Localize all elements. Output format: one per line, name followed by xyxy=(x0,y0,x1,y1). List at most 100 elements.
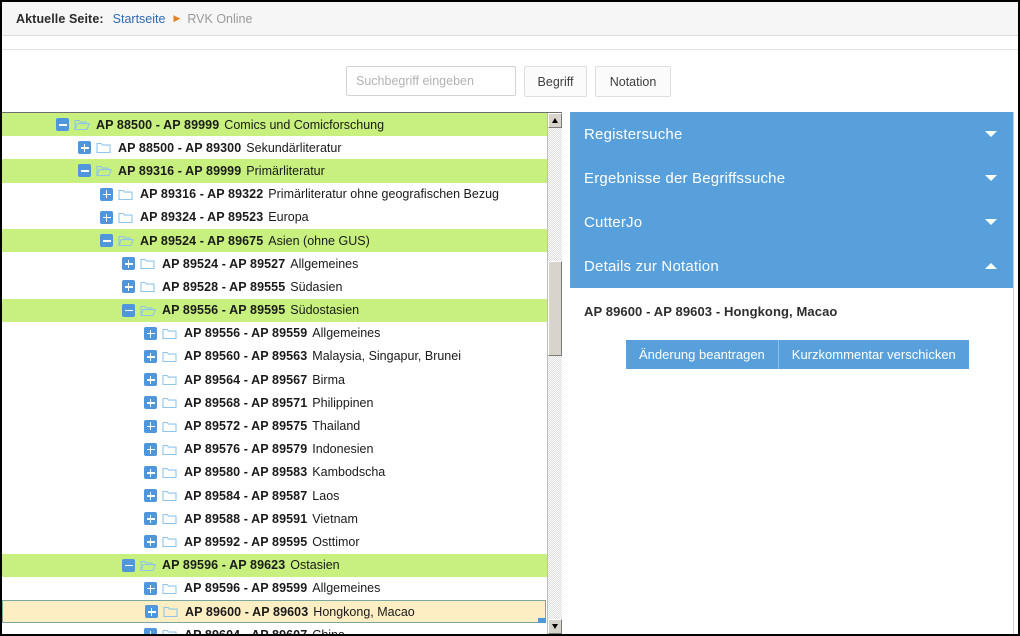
expand-plus-icon[interactable] xyxy=(144,349,157,363)
tree-row-title: Thailand xyxy=(312,419,361,434)
expand-plus-icon[interactable] xyxy=(144,396,157,410)
tree-row-title: Philippinen xyxy=(312,395,374,410)
tree-row[interactable]: AP 89596 - AP 89599 Allgemeines xyxy=(2,576,547,600)
tree-row-title: Ostasien xyxy=(290,558,340,573)
tree-row[interactable]: AP 89316 - AP 89999 Primärliteratur xyxy=(2,159,547,183)
tree-row-notation: AP 89588 - AP 89591 xyxy=(184,511,308,526)
tree-row-notation: AP 89576 - AP 89579 xyxy=(184,442,308,457)
tree-row[interactable]: AP 88500 - AP 89999 Comics und Comicforsc… xyxy=(2,113,547,137)
tree-row-notation: AP 89524 - AP 89675 xyxy=(140,233,264,248)
tree-row[interactable]: AP 89528 - AP 89555 Südasien xyxy=(2,275,547,299)
scroll-up-arrow-icon[interactable] xyxy=(548,113,562,128)
chevron-down-icon[interactable] xyxy=(985,175,997,181)
folder-closed-icon xyxy=(162,582,178,595)
expand-plus-icon[interactable] xyxy=(144,512,157,526)
notation-search-button[interactable]: Notation xyxy=(595,66,671,97)
expand-plus-icon[interactable] xyxy=(144,581,157,595)
tree-row-notation: AP 89524 - AP 89527 xyxy=(162,256,286,271)
expand-plus-icon[interactable] xyxy=(144,419,157,433)
chevron-up-icon[interactable] xyxy=(985,263,997,269)
tree-row[interactable]: AP 89564 - AP 89567 Birma xyxy=(2,368,547,392)
begriff-search-button[interactable]: Begriff xyxy=(524,66,587,97)
tree-row[interactable]: AP 88500 - AP 89300 Sekundärliteratur xyxy=(2,136,547,160)
folder-closed-icon xyxy=(162,628,178,634)
tree-row-notation: AP 89604 - AP 89607 xyxy=(184,628,307,634)
expand-plus-icon[interactable] xyxy=(144,535,157,549)
tree-row[interactable]: AP 89572 - AP 89575 Thailand xyxy=(2,414,547,438)
accordion-title: Ergebnisse der Begriffssuche xyxy=(584,169,786,187)
scroll-down-arrow-icon[interactable] xyxy=(548,619,562,634)
expand-plus-icon[interactable] xyxy=(100,210,113,224)
tree-row[interactable]: AP 89592 - AP 89595 Osttimor xyxy=(2,530,547,554)
tree-row-title: Europa xyxy=(268,210,309,225)
tree-row-title: Südostasien xyxy=(290,303,360,318)
tree-row[interactable]: AP 89604 - AP 89607 China xyxy=(2,623,547,634)
tree-row-selected[interactable]: AP 89600 - AP 89603 Hongkong, Macao xyxy=(2,599,546,627)
expand-plus-icon[interactable] xyxy=(144,442,157,456)
search-input[interactable] xyxy=(346,66,516,96)
tree-row[interactable]: AP 89556 - AP 89595 Südostasien xyxy=(2,298,547,322)
tree-row[interactable]: AP 89568 - AP 89571 Philippinen xyxy=(2,391,547,415)
accordion-header-2[interactable]: CutterJo xyxy=(570,200,1013,244)
tree-row-title: Primärliteratur xyxy=(246,163,325,178)
tree-row-notation: AP 89316 - AP 89322 xyxy=(140,187,264,202)
accordion-header-3[interactable]: Details zur Notation xyxy=(570,244,1013,288)
tree-row[interactable]: AP 89524 - AP 89527 Allgemeines xyxy=(2,252,547,276)
request-change-button[interactable]: Änderung beantragen xyxy=(626,340,778,369)
details-action-group: Änderung beantragen Kurzkommentar verschi… xyxy=(626,340,969,369)
tree-row-title: Comics und Comicforschung xyxy=(224,117,385,132)
tree-row[interactable]: AP 89556 - AP 89559 Allgemeines xyxy=(2,321,547,345)
tree-row-notation: AP 89568 - AP 89571 xyxy=(184,395,308,410)
collapse-minus-icon[interactable] xyxy=(78,164,91,178)
tree-row-title: Vietnam xyxy=(312,511,358,526)
folder-open-icon xyxy=(140,304,156,317)
tree-row-title: Indonesien xyxy=(312,442,374,457)
send-comment-button[interactable]: Kurzkommentar verschicken xyxy=(777,340,969,369)
tree-row[interactable]: AP 89588 - AP 89591 Vietnam xyxy=(2,507,547,531)
expand-plus-icon[interactable] xyxy=(122,257,135,271)
expand-plus-icon[interactable] xyxy=(145,605,158,619)
chevron-down-icon[interactable] xyxy=(985,131,997,137)
tree-row[interactable]: AP 89324 - AP 89523 Europa xyxy=(2,205,547,229)
rvk-online-window: Aktuelle Seite: Startseite ▶ RVK Online … xyxy=(0,0,1020,636)
tree-row-title: Kambodscha xyxy=(312,465,386,480)
tree-row-title: Allgemeines xyxy=(312,581,381,596)
chevron-down-icon[interactable] xyxy=(985,219,997,225)
collapse-minus-icon[interactable] xyxy=(122,558,135,572)
tree-row-title: Allgemeines xyxy=(312,326,381,341)
accordion-header-0[interactable]: Registersuche xyxy=(570,112,1013,156)
folder-closed-icon xyxy=(118,188,134,201)
expand-plus-icon[interactable] xyxy=(78,141,91,155)
expand-plus-icon[interactable] xyxy=(144,326,157,340)
folder-open-icon xyxy=(96,164,112,177)
breadcrumb-home-link[interactable]: Startseite xyxy=(113,12,166,26)
expand-plus-icon[interactable] xyxy=(144,465,157,479)
collapse-minus-icon[interactable] xyxy=(100,234,113,248)
tree-row-title: Sekundärliteratur xyxy=(246,140,342,155)
tree-vertical-scrollbar[interactable] xyxy=(547,113,562,634)
expand-plus-icon[interactable] xyxy=(122,280,135,294)
tree-row-notation: AP 89324 - AP 89523 xyxy=(140,210,264,225)
tree-row[interactable]: AP 89576 - AP 89579 Indonesien xyxy=(2,437,547,461)
expand-plus-icon[interactable] xyxy=(100,187,113,201)
folder-closed-icon xyxy=(162,466,178,479)
tree-row[interactable]: AP 89316 - AP 89322 Primärliteratur ohne … xyxy=(2,182,547,206)
tree-row[interactable]: AP 89560 - AP 89563 Malaysia, Singapur, B… xyxy=(2,344,547,369)
folder-closed-icon xyxy=(162,420,178,433)
expand-plus-icon[interactable] xyxy=(144,628,157,634)
scrollbar-thumb[interactable] xyxy=(548,261,562,356)
breadcrumb: Aktuelle Seite: Startseite ▶ RVK Online xyxy=(2,2,1018,36)
expand-plus-icon[interactable] xyxy=(144,489,157,503)
collapse-minus-icon[interactable] xyxy=(56,118,69,132)
tree-row-notation: AP 89564 - AP 89567 xyxy=(184,372,308,387)
tree-scroll-area[interactable]: AP 88500 - AP 89999 Comics und Comicforsc… xyxy=(2,113,547,634)
tree-row[interactable]: AP 89524 - AP 89675 Asien (ohne GUS) xyxy=(2,228,547,253)
tree-row[interactable]: AP 89596 - AP 89623 Ostasien xyxy=(2,553,547,577)
tree-row[interactable]: AP 89580 - AP 89583 Kambodscha xyxy=(2,460,547,484)
tree-row[interactable]: AP 89584 - AP 89587 Laos xyxy=(2,484,547,508)
tree-row-title: Asien (ohne GUS) xyxy=(268,233,370,248)
folder-closed-icon xyxy=(118,211,134,224)
expand-plus-icon[interactable] xyxy=(144,373,157,387)
collapse-minus-icon[interactable] xyxy=(122,303,135,317)
accordion-header-1[interactable]: Ergebnisse der Begriffssuche xyxy=(570,156,1013,200)
